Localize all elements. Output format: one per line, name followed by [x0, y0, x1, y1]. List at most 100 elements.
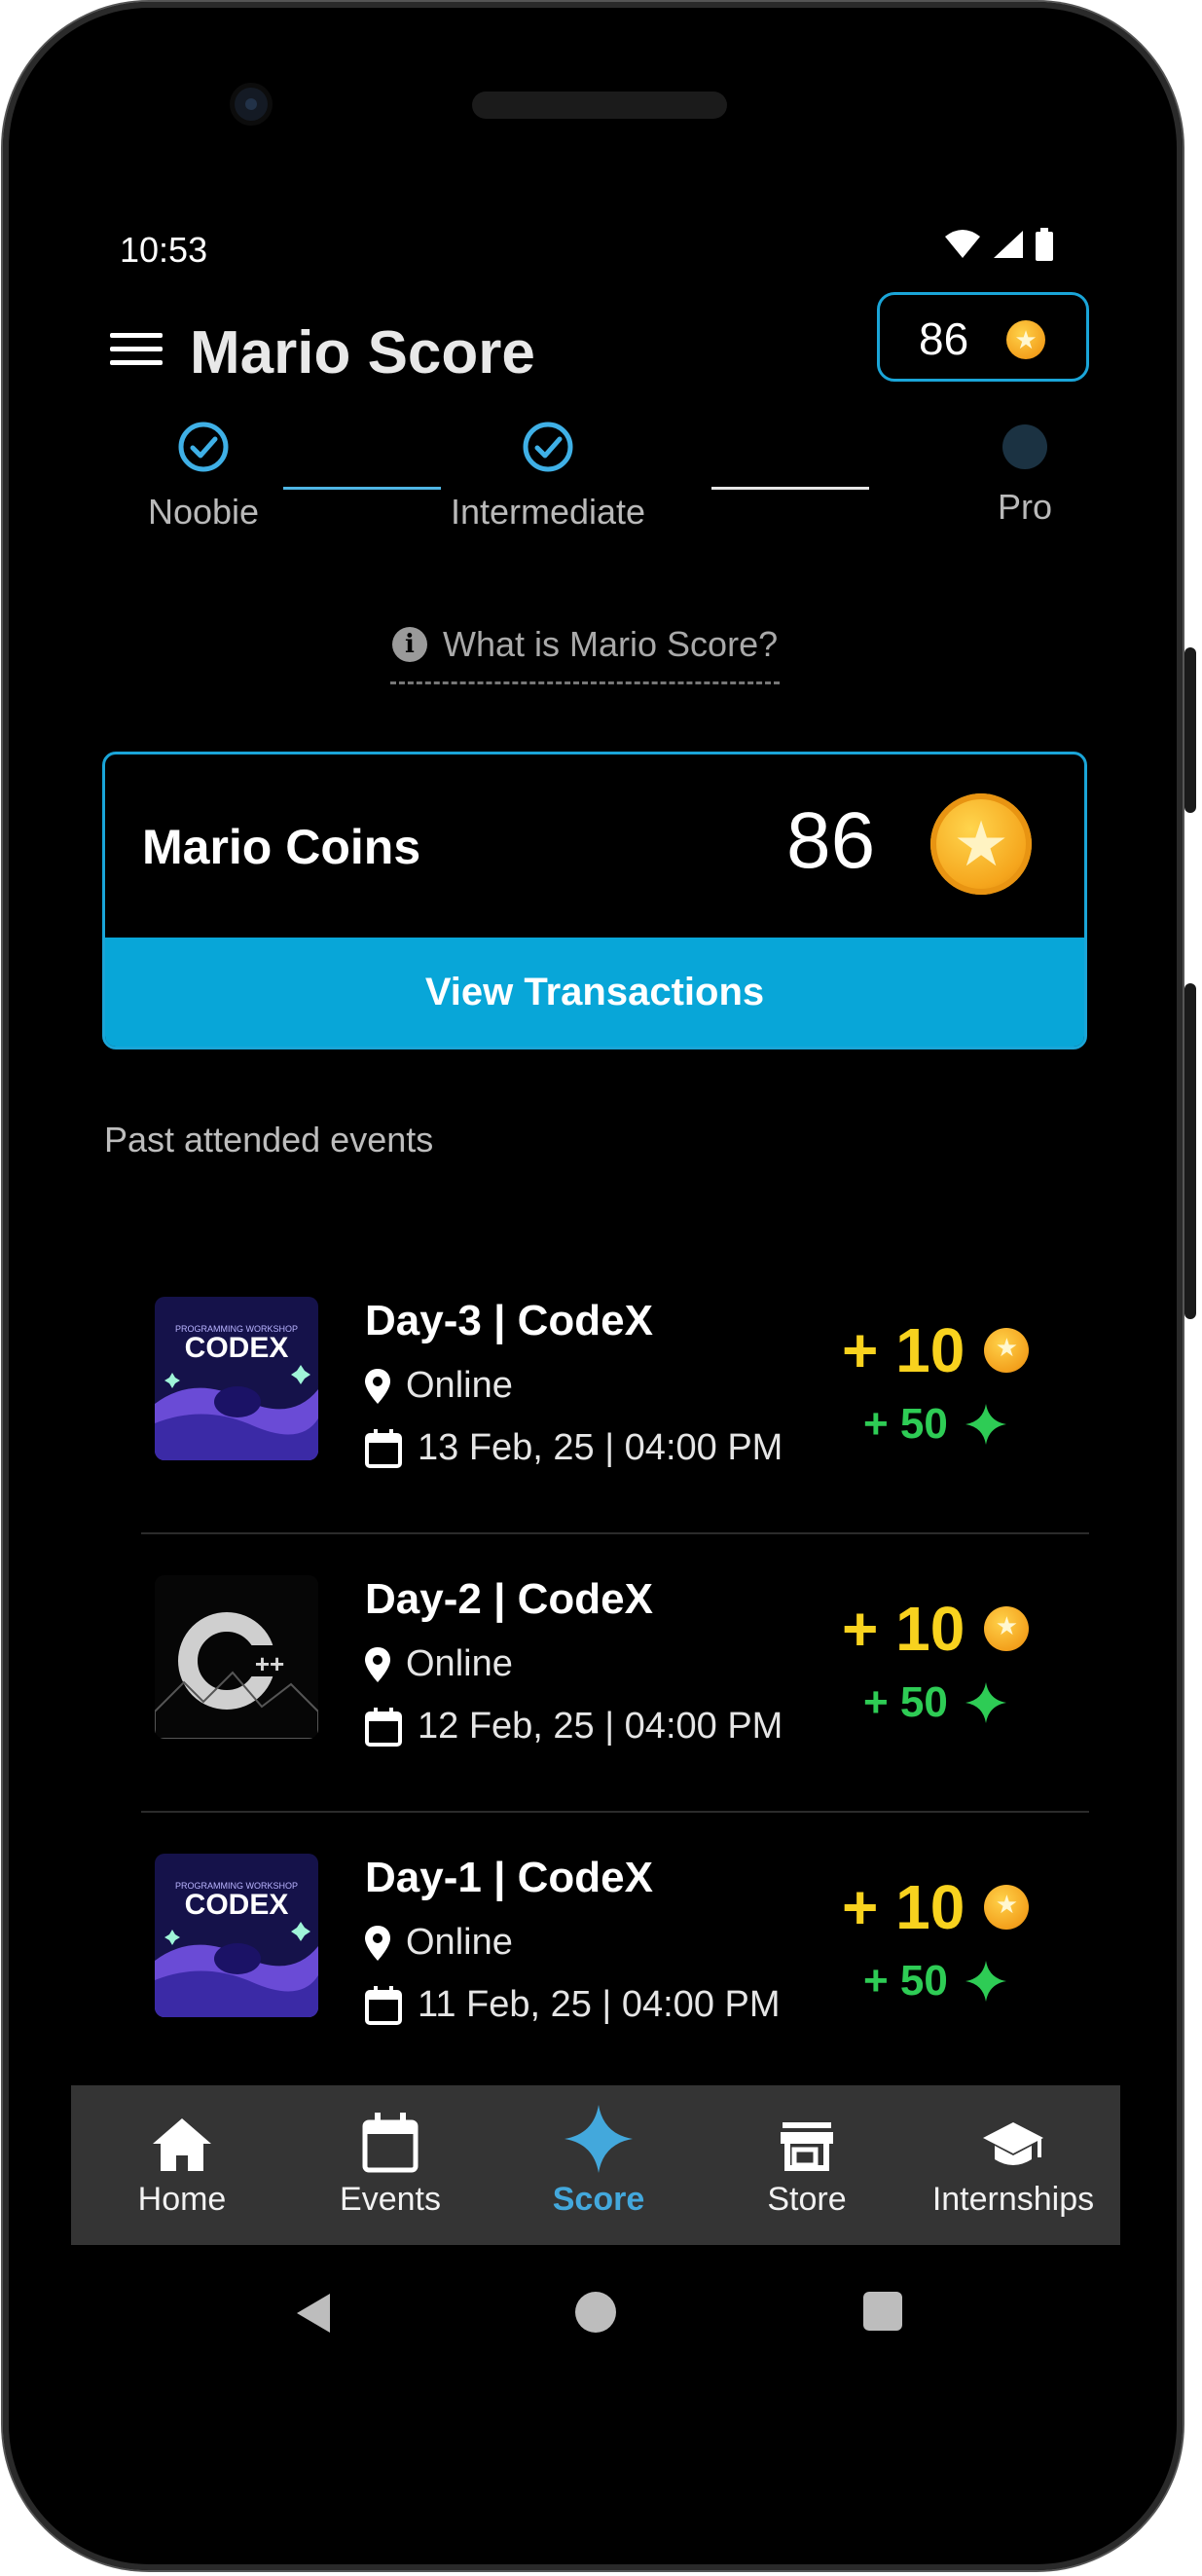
- svg-text:CODEX: CODEX: [185, 1332, 289, 1364]
- level-step-intermediate: Intermediate: [431, 421, 665, 533]
- graduation-cap-icon: [983, 2122, 1043, 2165]
- level-label: Intermediate: [450, 492, 646, 532]
- event-thumbnail: ++: [155, 1575, 318, 1739]
- store-icon: [781, 2122, 833, 2171]
- check-circle-icon: [178, 422, 229, 472]
- bottom-navigation: Home Events Score Store Internships: [71, 2085, 1120, 2245]
- level-label: Noobie: [147, 492, 260, 532]
- nav-label: Score: [552, 2181, 645, 2218]
- event-datetime-text: 13 Feb, 25 | 04:00 PM: [418, 1427, 783, 1468]
- calendar-icon: [365, 1707, 402, 1747]
- level-progress: Noobie Intermediate Pro: [71, 421, 1120, 567]
- event-location: Online: [365, 1643, 513, 1685]
- nav-item-events[interactable]: Events: [293, 2085, 488, 2245]
- recents-square-icon[interactable]: [863, 2292, 902, 2331]
- event-xp-value: + 50: [863, 1678, 948, 1726]
- event-datetime-text: 11 Feb, 25 | 04:00 PM: [418, 1984, 781, 2025]
- location-pin-icon: [365, 1646, 390, 1682]
- system-navigation-bar: [71, 2245, 1120, 2374]
- event-thumbnail: CODEX PROGRAMMING WORKSHOP: [155, 1297, 318, 1460]
- nav-item-store[interactable]: Store: [710, 2085, 904, 2245]
- event-xp-earned: + 50: [863, 1957, 1006, 2006]
- event-coins-earned: + 10: [842, 1593, 1030, 1665]
- event-location-text: Online: [406, 1365, 513, 1406]
- home-icon: [153, 2118, 211, 2171]
- pending-dot-icon: [1002, 424, 1047, 469]
- event-xp-earned: + 50: [863, 1678, 1006, 1727]
- event-coins-value: + 10: [842, 1872, 965, 1942]
- status-icons: [943, 228, 1054, 261]
- event-location-text: Online: [406, 1922, 513, 1963]
- coin-balance-value: 86: [919, 313, 969, 364]
- event-thumbnail: CODEX PROGRAMMING WORKSHOP: [155, 1854, 318, 2017]
- mario-coins-card: Mario Coins 86 View Transactions: [102, 752, 1087, 1049]
- nav-label: Store: [767, 2181, 847, 2218]
- svg-text:PROGRAMMING WORKSHOP: PROGRAMMING WORKSHOP: [175, 1324, 298, 1334]
- status-time: 10:53: [120, 230, 208, 270]
- info-icon: i: [392, 627, 427, 662]
- status-bar: 10:53: [71, 214, 1120, 284]
- event-datetime: 13 Feb, 25 | 04:00 PM: [365, 1427, 783, 1469]
- home-circle-icon[interactable]: [575, 2292, 616, 2333]
- event-datetime: 12 Feb, 25 | 04:00 PM: [365, 1706, 783, 1748]
- event-coins-value: + 10: [842, 1594, 965, 1664]
- event-row[interactable]: CODEX PROGRAMMING WORKSHOP Day-3 | CodeX…: [141, 1256, 1089, 1534]
- sparkle-icon: [965, 1961, 1006, 2002]
- power-button: [1184, 647, 1196, 813]
- coin-balance-chip[interactable]: 86: [877, 292, 1089, 382]
- nav-item-internships[interactable]: Internships: [916, 2085, 1111, 2245]
- nav-item-home[interactable]: Home: [85, 2085, 279, 2245]
- calendar-icon: [365, 1428, 402, 1468]
- coin-icon: [984, 1606, 1030, 1651]
- nav-label: Internships: [931, 2181, 1095, 2218]
- back-icon[interactable]: [293, 2292, 332, 2335]
- nav-item-score[interactable]: Score: [501, 2085, 696, 2245]
- event-location: Online: [365, 1922, 513, 1964]
- nav-label: Events: [340, 2181, 441, 2218]
- level-label: Pro: [997, 487, 1053, 527]
- coin-icon: [930, 793, 1032, 895]
- what-is-mario-score-link[interactable]: i What is Mario Score?: [390, 615, 781, 684]
- coin-icon: [984, 1328, 1030, 1373]
- event-xp-earned: + 50: [863, 1400, 1006, 1449]
- screen: 10:53 Mario Score 86 Noobie: [71, 214, 1120, 2374]
- event-coins-value: + 10: [842, 1315, 965, 1385]
- event-title: Day-3 | CodeX: [365, 1297, 653, 1344]
- app-bar: Mario Score 86: [71, 284, 1120, 411]
- coins-card-label: Mario Coins: [142, 820, 421, 874]
- sparkle-icon: [965, 1404, 1006, 1445]
- location-pin-icon: [365, 1925, 390, 1961]
- event-datetime: 11 Feb, 25 | 04:00 PM: [365, 1984, 781, 2026]
- coin-icon: [984, 1885, 1030, 1930]
- svg-text:CODEX: CODEX: [185, 1889, 289, 1921]
- menu-icon[interactable]: [110, 333, 163, 372]
- level-step-pro: Pro: [966, 421, 1083, 528]
- calendar-icon: [362, 2113, 419, 2173]
- view-transactions-button[interactable]: View Transactions: [105, 938, 1084, 1047]
- nav-label: Home: [137, 2181, 227, 2218]
- front-camera: [235, 88, 268, 121]
- sparkle-icon: [965, 1682, 1006, 1723]
- phone-frame: 10:53 Mario Score 86 Noobie: [3, 2, 1183, 2570]
- coin-icon: [1006, 320, 1045, 359]
- coins-card-value: 86: [786, 796, 876, 885]
- earpiece-speaker: [472, 92, 727, 119]
- svg-text:++: ++: [255, 1649, 284, 1678]
- event-coins-earned: + 10: [842, 1314, 1030, 1386]
- what-is-link-text: What is Mario Score?: [443, 624, 779, 664]
- event-title: Day-2 | CodeX: [365, 1575, 653, 1623]
- event-coins-earned: + 10: [842, 1871, 1030, 1943]
- events-list: CODEX PROGRAMMING WORKSHOP Day-3 | CodeX…: [141, 1256, 1089, 2091]
- calendar-icon: [365, 1985, 402, 2025]
- event-location: Online: [365, 1365, 513, 1407]
- sparkle-icon: [565, 2105, 633, 2173]
- wifi-icon: [945, 230, 980, 258]
- event-row[interactable]: ++ Day-2 | CodeX Online 12 Feb, 25 | 04:…: [141, 1534, 1089, 1813]
- signal-icon: [994, 231, 1023, 258]
- svg-text:PROGRAMMING WORKSHOP: PROGRAMMING WORKSHOP: [175, 1881, 298, 1891]
- event-title: Day-1 | CodeX: [365, 1854, 653, 1901]
- page-title: Mario Score: [190, 319, 535, 386]
- location-pin-icon: [365, 1368, 390, 1404]
- level-step-noobie: Noobie: [135, 421, 272, 533]
- event-row[interactable]: CODEX PROGRAMMING WORKSHOP Day-1 | CodeX…: [141, 1813, 1089, 2091]
